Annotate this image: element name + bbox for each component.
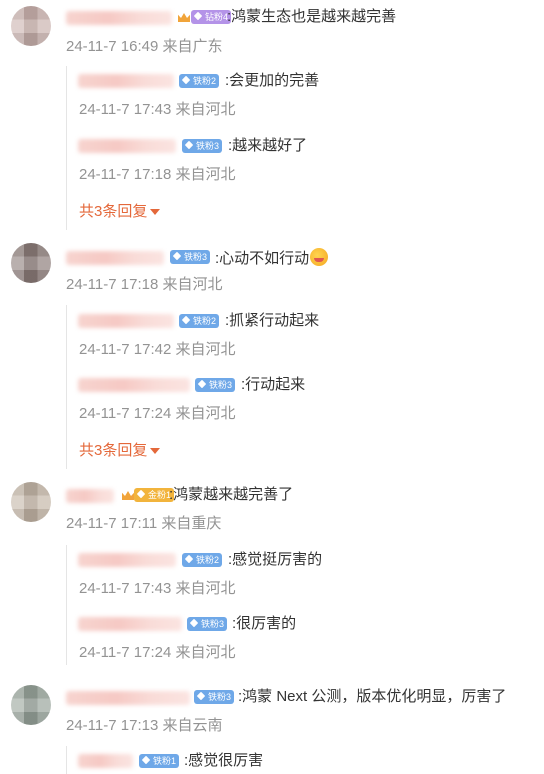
reply-divider — [66, 305, 67, 469]
comment-text: :鸿蒙 Next 公测，版本优化明显，厉害了 — [238, 688, 507, 705]
fan-badge[interactable]: 铁粉3 — [194, 690, 235, 704]
diamond-icon — [197, 379, 207, 389]
comment-meta: 24-11-7 17:11 来自重庆 — [66, 515, 222, 532]
caret-down-icon — [150, 209, 161, 216]
reply-meta: 24-11-7 17:18 来自河北 — [79, 166, 236, 183]
fan-badge[interactable]: 铁粉3 — [195, 378, 236, 392]
reply-text: :越来越好了 — [228, 137, 308, 154]
more-replies-button[interactable]: 共3条回复 — [79, 203, 161, 221]
username-blurred[interactable] — [78, 139, 176, 153]
username-blurred[interactable] — [78, 314, 174, 328]
reply-text: :会更加的完善 — [225, 72, 320, 89]
username-blurred[interactable] — [78, 754, 133, 768]
crown-icon — [177, 10, 191, 24]
diamond-icon — [189, 618, 199, 628]
avatar[interactable] — [11, 6, 51, 46]
more-replies-button[interactable]: 共3条回复 — [79, 442, 161, 460]
username-blurred[interactable] — [66, 691, 190, 705]
reply-meta: 24-11-7 17:24 来自河北 — [79, 405, 236, 422]
fan-badge[interactable]: 铁粉3 — [182, 139, 223, 153]
fan-badge[interactable]: 钻粉4 — [191, 10, 232, 24]
diamond-icon — [184, 554, 194, 564]
reply-text: :很厉害的 — [232, 615, 297, 632]
diamond-icon — [193, 11, 203, 21]
diamond-icon — [196, 691, 206, 701]
reply-divider — [66, 66, 67, 230]
fan-badge[interactable]: 铁粉1 — [139, 754, 180, 768]
fan-badge[interactable]: 铁粉2 — [179, 314, 220, 328]
username-blurred[interactable] — [78, 378, 190, 392]
avatar[interactable] — [11, 482, 51, 522]
emoji-icon — [310, 248, 329, 266]
comment-meta: 24-11-7 17:18 来自河北 — [66, 276, 223, 293]
fan-badge[interactable]: 铁粉2 — [179, 74, 220, 88]
username-blurred[interactable] — [66, 489, 114, 503]
diamond-icon — [141, 755, 151, 765]
fan-badge[interactable]: 铁粉3 — [170, 250, 211, 264]
username-blurred[interactable] — [78, 74, 174, 88]
diamond-icon — [181, 315, 191, 325]
reply-meta: 24-11-7 17:43 来自河北 — [79, 580, 236, 597]
username-blurred[interactable] — [66, 251, 164, 265]
diamond-icon — [172, 251, 182, 261]
reply-meta: 24-11-7 17:24 来自河北 — [79, 644, 236, 661]
avatar[interactable] — [11, 685, 51, 725]
username-blurred[interactable] — [78, 617, 182, 631]
reply-meta: 24-11-7 17:43 来自河北 — [79, 101, 236, 118]
reply-text: :抓紧行动起来 — [225, 312, 320, 329]
avatar[interactable] — [11, 243, 51, 283]
reply-text: :感觉很厉害 — [184, 752, 264, 769]
fan-badge[interactable]: 金粉1 — [134, 488, 175, 502]
fan-badge[interactable]: 铁粉2 — [182, 553, 223, 567]
caret-down-icon — [150, 448, 161, 455]
diamond-icon — [184, 140, 194, 150]
crown-icon — [121, 488, 135, 502]
comment-text: :鸿蒙越来越完善了 — [169, 486, 294, 503]
reply-divider — [66, 746, 67, 774]
diamond-icon — [181, 75, 191, 85]
comment-text: :鸿蒙生态也是越来越完善 — [227, 8, 397, 25]
reply-meta: 24-11-7 17:42 来自河北 — [79, 341, 236, 358]
username-blurred[interactable] — [66, 11, 172, 25]
username-blurred[interactable] — [78, 553, 176, 567]
diamond-icon — [136, 489, 146, 499]
fan-badge[interactable]: 铁粉3 — [187, 617, 228, 631]
reply-text: :行动起来 — [241, 376, 306, 393]
comment-text: :心动不如行动 — [215, 248, 329, 268]
comment-meta: 24-11-7 17:13 来自云南 — [66, 717, 223, 734]
reply-text: :感觉挺厉害的 — [228, 551, 323, 568]
comment-meta: 24-11-7 16:49 来自广东 — [66, 38, 223, 55]
reply-divider — [66, 545, 67, 665]
